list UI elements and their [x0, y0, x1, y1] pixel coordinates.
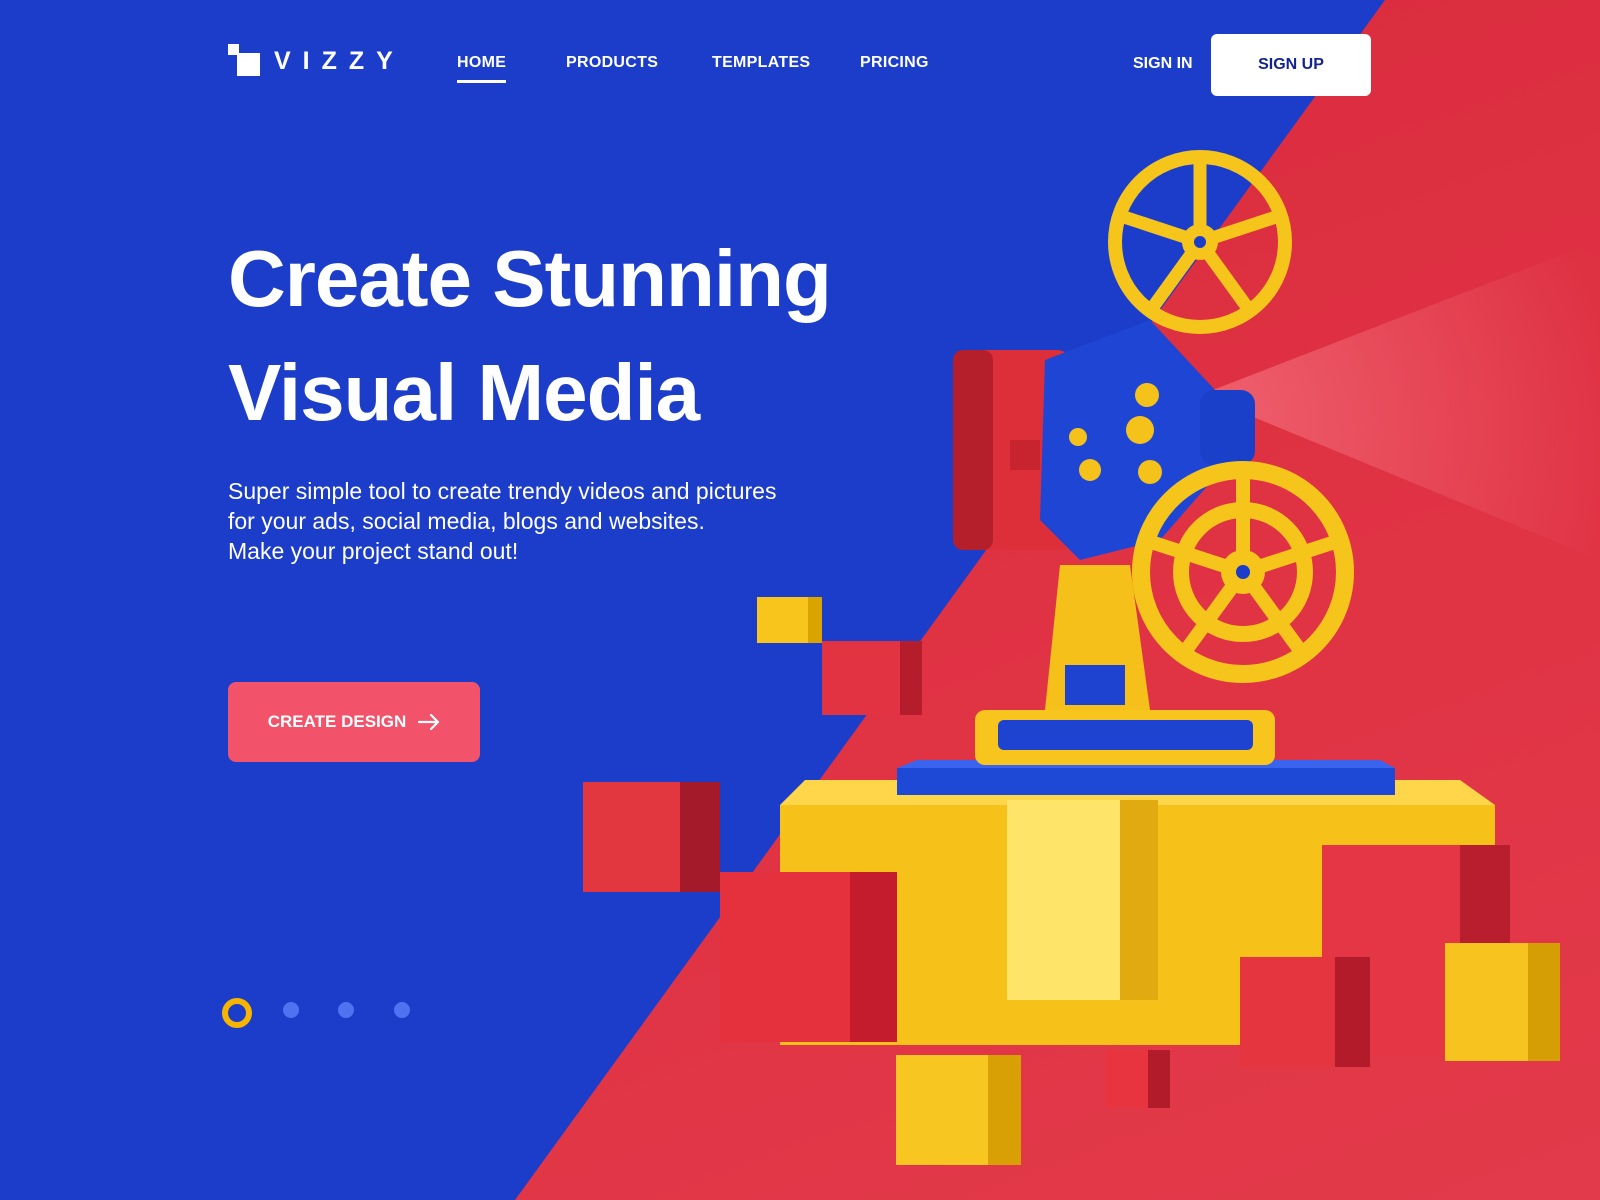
- film-reel-top: [1108, 150, 1292, 334]
- hero-subtitle-line-3: Make your project stand out!: [228, 538, 519, 564]
- film-reel-bottom: [1132, 461, 1354, 683]
- carousel-dot-4[interactable]: [394, 1002, 410, 1018]
- arrow-right-icon: [418, 714, 440, 730]
- cube-red-top: [822, 641, 922, 715]
- carousel-dot-1[interactable]: [222, 998, 252, 1028]
- nav-item-home[interactable]: HOME: [457, 54, 507, 83]
- cube-small-yellow-top: [757, 597, 822, 643]
- create-design-button[interactable]: CREATE DESIGN: [228, 682, 480, 762]
- logo-mark-icon: [228, 44, 260, 78]
- create-design-label: CREATE DESIGN: [267, 712, 407, 731]
- cube-red-left: [583, 782, 720, 892]
- logo[interactable]: VIZZY: [228, 44, 405, 78]
- hero-subtitle-line-1: Super simple tool to create trendy video…: [228, 478, 777, 504]
- carousel-dot-2[interactable]: [283, 1002, 299, 1018]
- hero-subtitle: Super simple tool to create trendy video…: [228, 476, 888, 566]
- nav-item-pricing[interactable]: PRICING: [860, 54, 929, 72]
- sign-in-link[interactable]: SIGN IN: [1133, 55, 1193, 73]
- hero-title-line-2: Visual Media: [228, 348, 700, 437]
- logo-text: VIZZY: [274, 46, 405, 75]
- hero-title-line-1: Create Stunning: [228, 234, 832, 323]
- sign-up-button[interactable]: SIGN UP: [1211, 34, 1371, 96]
- nav-item-templates[interactable]: TEMPLATES: [712, 54, 810, 72]
- carousel-dot-3[interactable]: [338, 1002, 354, 1018]
- nav-item-products[interactable]: PRODUCTS: [566, 54, 658, 72]
- hero-subtitle-line-2: for your ads, social media, blogs and we…: [228, 508, 705, 534]
- hero-title: Create Stunning Visual Media: [228, 222, 988, 450]
